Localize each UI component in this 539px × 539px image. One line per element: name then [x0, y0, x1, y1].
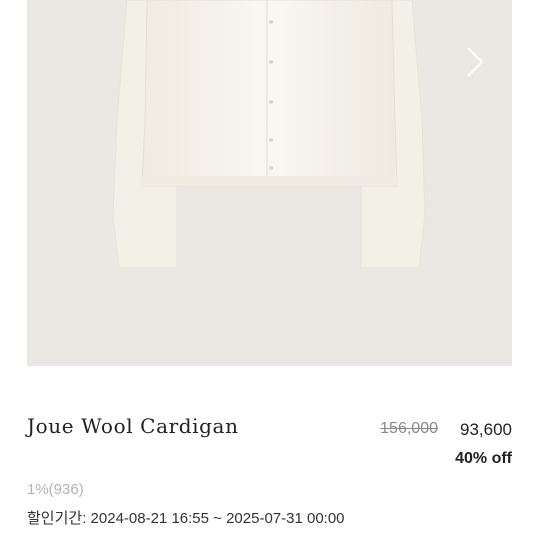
sale-period-value: 2024-08-21 16:55 ~ 2025-07-31 00:00 [90, 510, 345, 527]
sale-period: 할인기간: 2024-08-21 16:55 ~ 2025-07-31 00:0… [27, 507, 345, 528]
rating-count: 1%(936) [27, 481, 84, 498]
sale-period-label: 할인기간: [27, 510, 87, 527]
product-title: Joue Wool Cardigan [27, 414, 239, 438]
cardigan-illustration [112, 0, 426, 269]
original-price: 156,000 [380, 420, 438, 437]
next-image-button[interactable] [462, 44, 488, 80]
product-image[interactable] [27, 0, 512, 366]
chevron-right-icon [467, 47, 484, 77]
discount-badge: 40% off [455, 450, 512, 467]
sale-price: 93,600 [460, 420, 512, 439]
